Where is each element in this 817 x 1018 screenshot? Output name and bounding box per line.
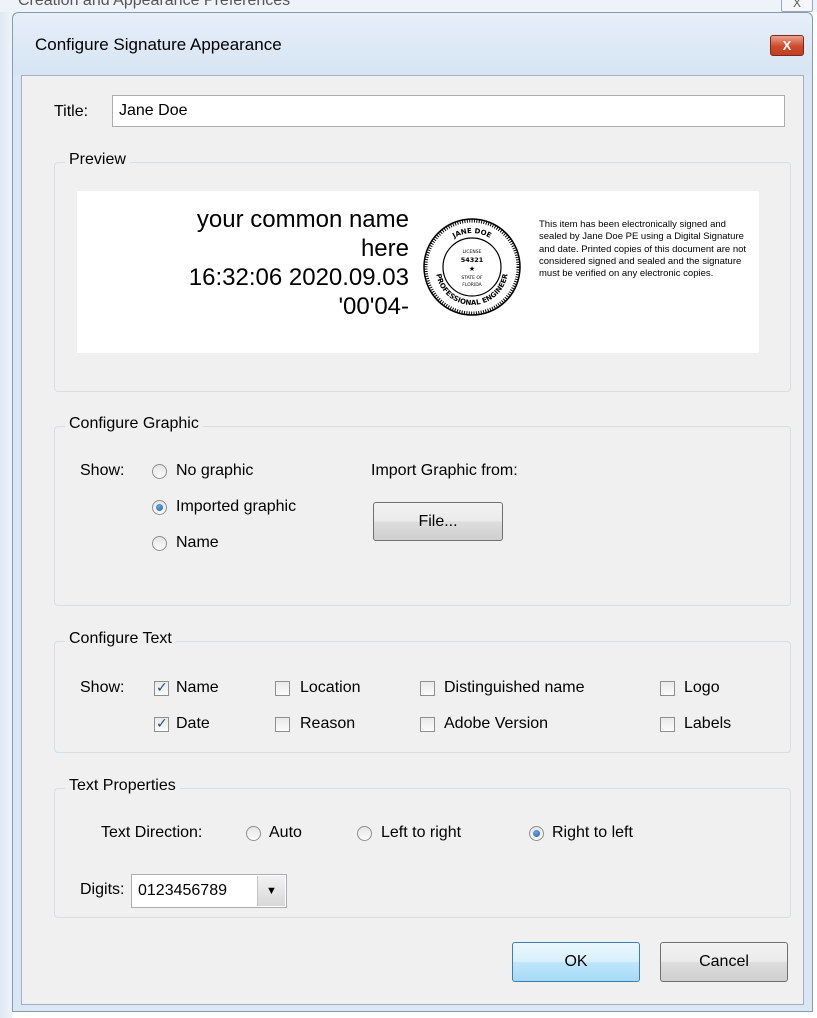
checkbox-labels-label[interactable]: Labels (684, 715, 731, 733)
checkbox-reason-label[interactable]: Reason (300, 715, 355, 733)
radio-direction-ltr[interactable] (357, 826, 372, 841)
radio-imported-graphic[interactable] (152, 500, 167, 515)
radio-no-graphic-label[interactable]: No graphic (176, 462, 253, 480)
seal-license-text: LICENSE (463, 249, 482, 255)
preview-legend: Preview (65, 151, 130, 169)
radio-direction-rtl-label[interactable]: Right to left (552, 824, 633, 842)
text-show-label: Show: (80, 679, 125, 696)
text-properties-group: Text Properties Text Direction: Auto Lef… (54, 777, 791, 918)
checkbox-location-label[interactable]: Location (300, 679, 361, 697)
close-button[interactable]: X (770, 35, 804, 56)
seal-state-name-text: FLORIDA (462, 282, 482, 288)
checkbox-logo-label[interactable]: Logo (684, 679, 720, 697)
preview-note-text: This item has been electronically signed… (539, 219, 747, 280)
radio-name[interactable] (152, 536, 167, 551)
file-button[interactable]: File... (373, 502, 503, 541)
radio-direction-auto[interactable] (246, 826, 261, 841)
cancel-button-label: Cancel (699, 953, 749, 970)
ok-button-label: OK (564, 953, 588, 970)
checkbox-adobe-version-label[interactable]: Adobe Version (444, 715, 548, 733)
checkbox-name-label[interactable]: Name (176, 679, 219, 697)
checkbox-reason[interactable] (275, 717, 290, 732)
preview-date-line: 16:32:06 2020.09.03 (188, 264, 409, 291)
checkbox-labels[interactable] (660, 717, 675, 732)
title-input[interactable] (112, 95, 785, 127)
chevron-down-icon[interactable]: ▼ (257, 876, 285, 906)
radio-imported-graphic-label[interactable]: Imported graphic (176, 498, 296, 516)
checkbox-date[interactable] (154, 715, 169, 732)
radio-direction-rtl[interactable] (529, 826, 544, 841)
text-direction-label: Text Direction: (101, 824, 203, 841)
graphic-show-label: Show: (80, 462, 125, 479)
preview-offset-line: '00'04- (338, 293, 409, 320)
radio-no-graphic[interactable] (152, 464, 167, 479)
checkbox-adobe-version[interactable] (420, 717, 435, 732)
checkbox-location[interactable] (275, 681, 290, 696)
dialog-title: Configure Signature Appearance (35, 35, 282, 54)
preview-group: Preview your common name here 16:32:06 2… (54, 151, 791, 392)
cancel-button[interactable]: Cancel (660, 942, 788, 982)
checkbox-distinguished-name-label[interactable]: Distinguished name (444, 679, 585, 697)
parent-window-edge (0, 12, 12, 1018)
preview-name-text: your common name here 16:32:06 2020.09.0… (109, 205, 409, 321)
engineer-seal-image: JANE DOE PROFESSIONAL ENGINEER LICENSE 5… (423, 218, 521, 316)
parent-close-button[interactable]: X (781, 0, 813, 12)
ok-button[interactable]: OK (512, 942, 640, 982)
svg-text:★: ★ (469, 265, 475, 273)
seal-state-text: STATE OF (461, 275, 483, 281)
signature-preview: your common name here 16:32:06 2020.09.0… (77, 191, 759, 353)
configure-graphic-legend: Configure Graphic (65, 415, 203, 433)
checkbox-distinguished-name[interactable] (420, 681, 435, 696)
preview-name-line: here (360, 235, 409, 262)
checkbox-date-label[interactable]: Date (176, 715, 210, 733)
checkbox-logo[interactable] (660, 681, 675, 696)
close-icon: X (782, 38, 792, 53)
parent-window-title: Creation and Appearance Preferences (18, 0, 291, 9)
file-button-label: File... (418, 513, 458, 530)
checkbox-name[interactable] (154, 679, 169, 696)
radio-name-label[interactable]: Name (176, 534, 219, 552)
parent-window-titlebar: Creation and Appearance Preferences X (0, 0, 817, 12)
configure-text-legend: Configure Text (65, 630, 176, 648)
text-properties-legend: Text Properties (65, 777, 180, 795)
preview-name-line: your common name (196, 206, 409, 233)
seal-number-text: 54321 (461, 256, 484, 264)
dialog-titlebar[interactable]: Configure Signature Appearance X (13, 13, 812, 75)
radio-direction-auto-label[interactable]: Auto (269, 824, 302, 842)
configure-text-group: Configure Text Show: Name Location Disti… (54, 630, 791, 753)
digits-select-value: 0123456789 (138, 882, 227, 899)
configure-graphic-group: Configure Graphic Show: No graphic Impor… (54, 415, 791, 606)
digits-label: Digits: (80, 881, 125, 898)
configure-signature-dialog: Configure Signature Appearance X Title: … (12, 12, 813, 1012)
title-label: Title: (54, 103, 89, 120)
digits-select[interactable]: 0123456789 ▼ (131, 874, 287, 908)
radio-direction-ltr-label[interactable]: Left to right (381, 824, 461, 842)
dialog-body: Title: Preview your common name here 16:… (21, 75, 804, 1005)
import-graphic-label: Import Graphic from: (371, 462, 518, 479)
